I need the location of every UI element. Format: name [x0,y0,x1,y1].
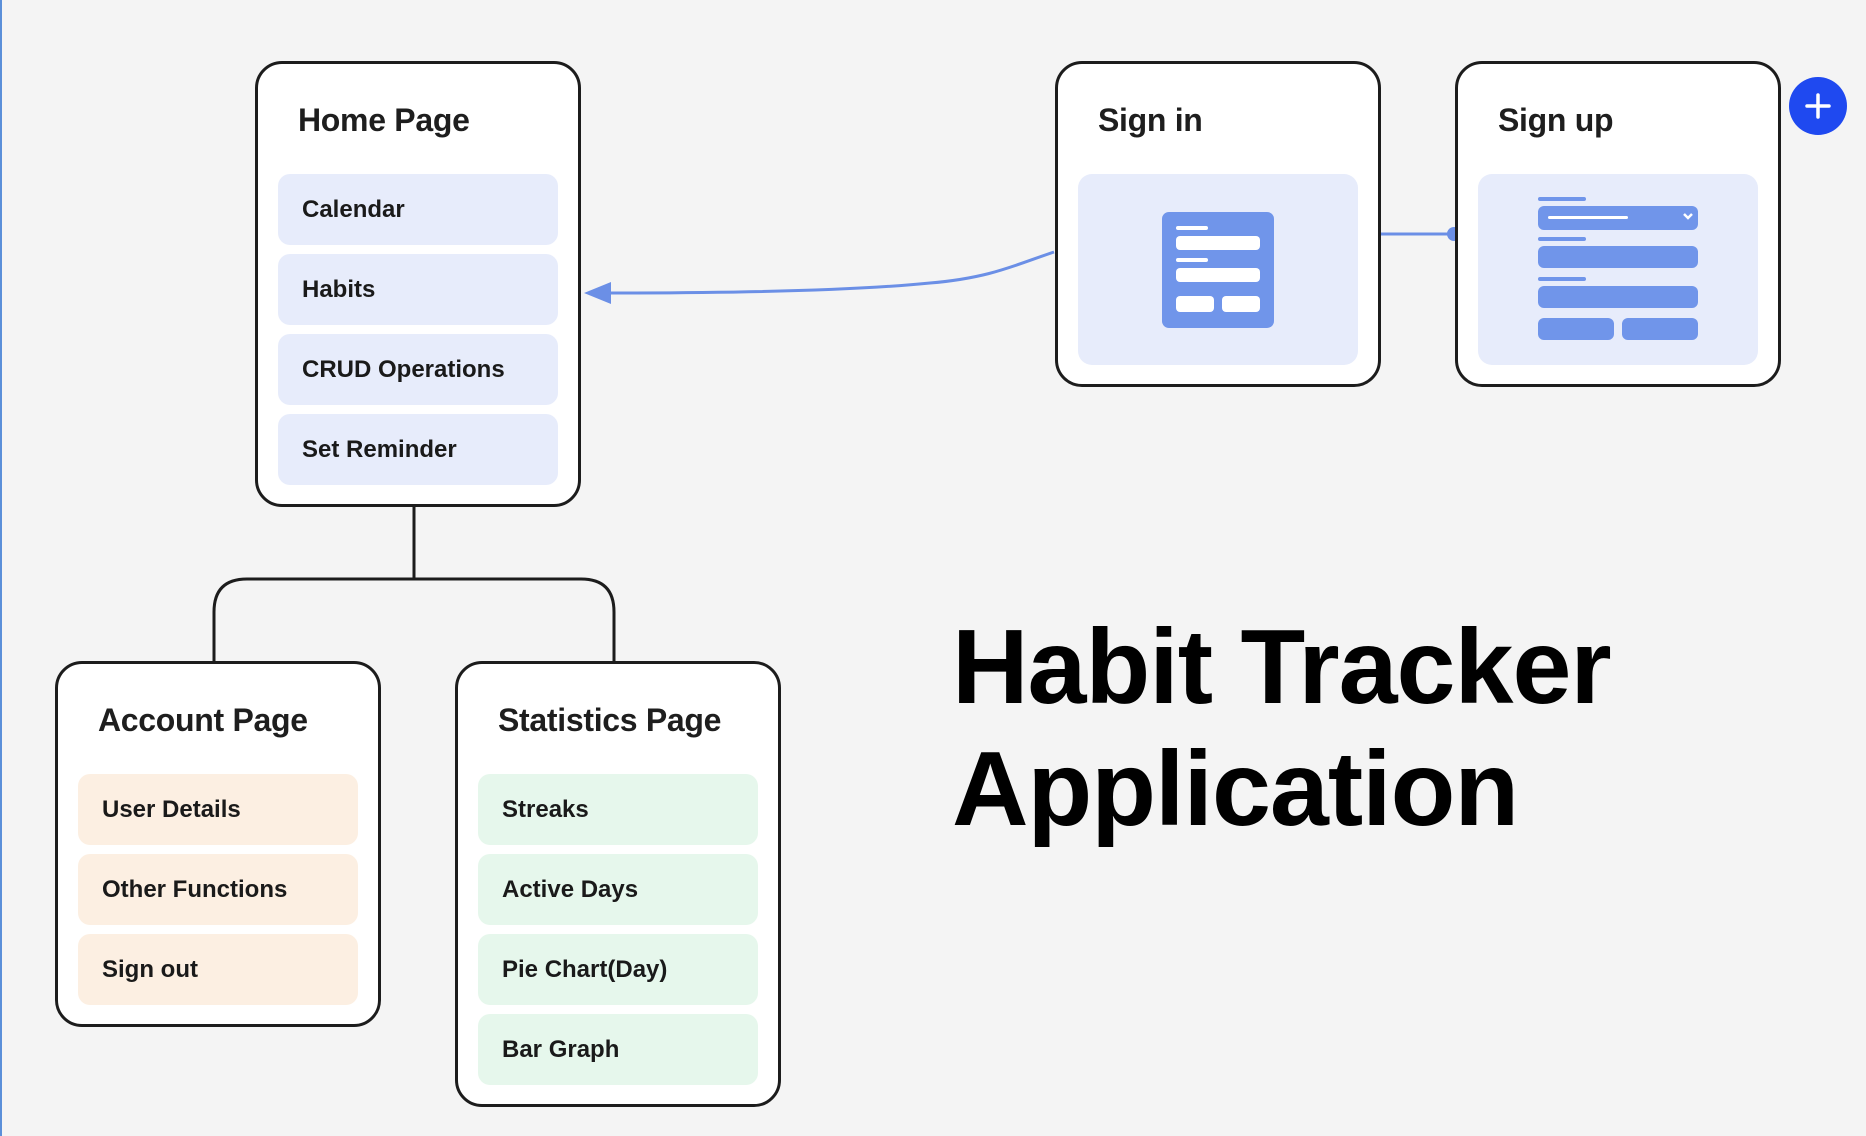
statistics-item-active-days[interactable]: Active Days [478,854,758,925]
form-icon [1162,212,1274,328]
home-to-children-connector [212,506,616,662]
account-page-title: Account Page [98,702,308,738]
home-page-card[interactable]: Home Page Calendar Habits CRUD Operation… [255,61,581,507]
signin-to-home-arrow [609,250,1055,295]
statistics-item-bar-graph[interactable]: Bar Graph [478,1014,758,1085]
plus-icon [1805,93,1831,119]
statistics-item-pie-chart[interactable]: Pie Chart(Day) [478,934,758,1005]
home-item-crud-operations[interactable]: CRUD Operations [278,334,558,405]
home-item-set-reminder[interactable]: Set Reminder [278,414,558,485]
account-item-other-functions[interactable]: Other Functions [78,854,358,925]
app-heading-line2: Application [952,730,1519,848]
account-page-card[interactable]: Account Page User Details Other Function… [55,661,381,1027]
statistics-item-streaks[interactable]: Streaks [478,774,758,845]
account-item-sign-out[interactable]: Sign out [78,934,358,1005]
arrow-head-icon [584,282,611,304]
home-item-calendar[interactable]: Calendar [278,174,558,245]
add-button[interactable] [1789,77,1847,135]
sign-up-card[interactable]: Sign up [1455,61,1781,387]
sign-in-thumbnail [1078,174,1358,365]
statistics-page-card[interactable]: Statistics Page Streaks Active Days Pie … [455,661,781,1107]
statistics-page-title: Statistics Page [498,702,722,738]
home-page-title: Home Page [298,102,470,138]
home-item-habits[interactable]: Habits [278,254,558,325]
sign-in-card[interactable]: Sign in [1055,61,1381,387]
sign-up-thumbnail [1478,174,1758,365]
sign-in-title: Sign in [1098,102,1203,138]
app-heading-line1: Habit Tracker [952,608,1612,726]
signup-form-icon [1538,197,1698,340]
account-item-user-details[interactable]: User Details [78,774,358,845]
sign-up-title: Sign up [1498,102,1614,138]
app-heading: Habit Tracker Application [952,606,1752,850]
